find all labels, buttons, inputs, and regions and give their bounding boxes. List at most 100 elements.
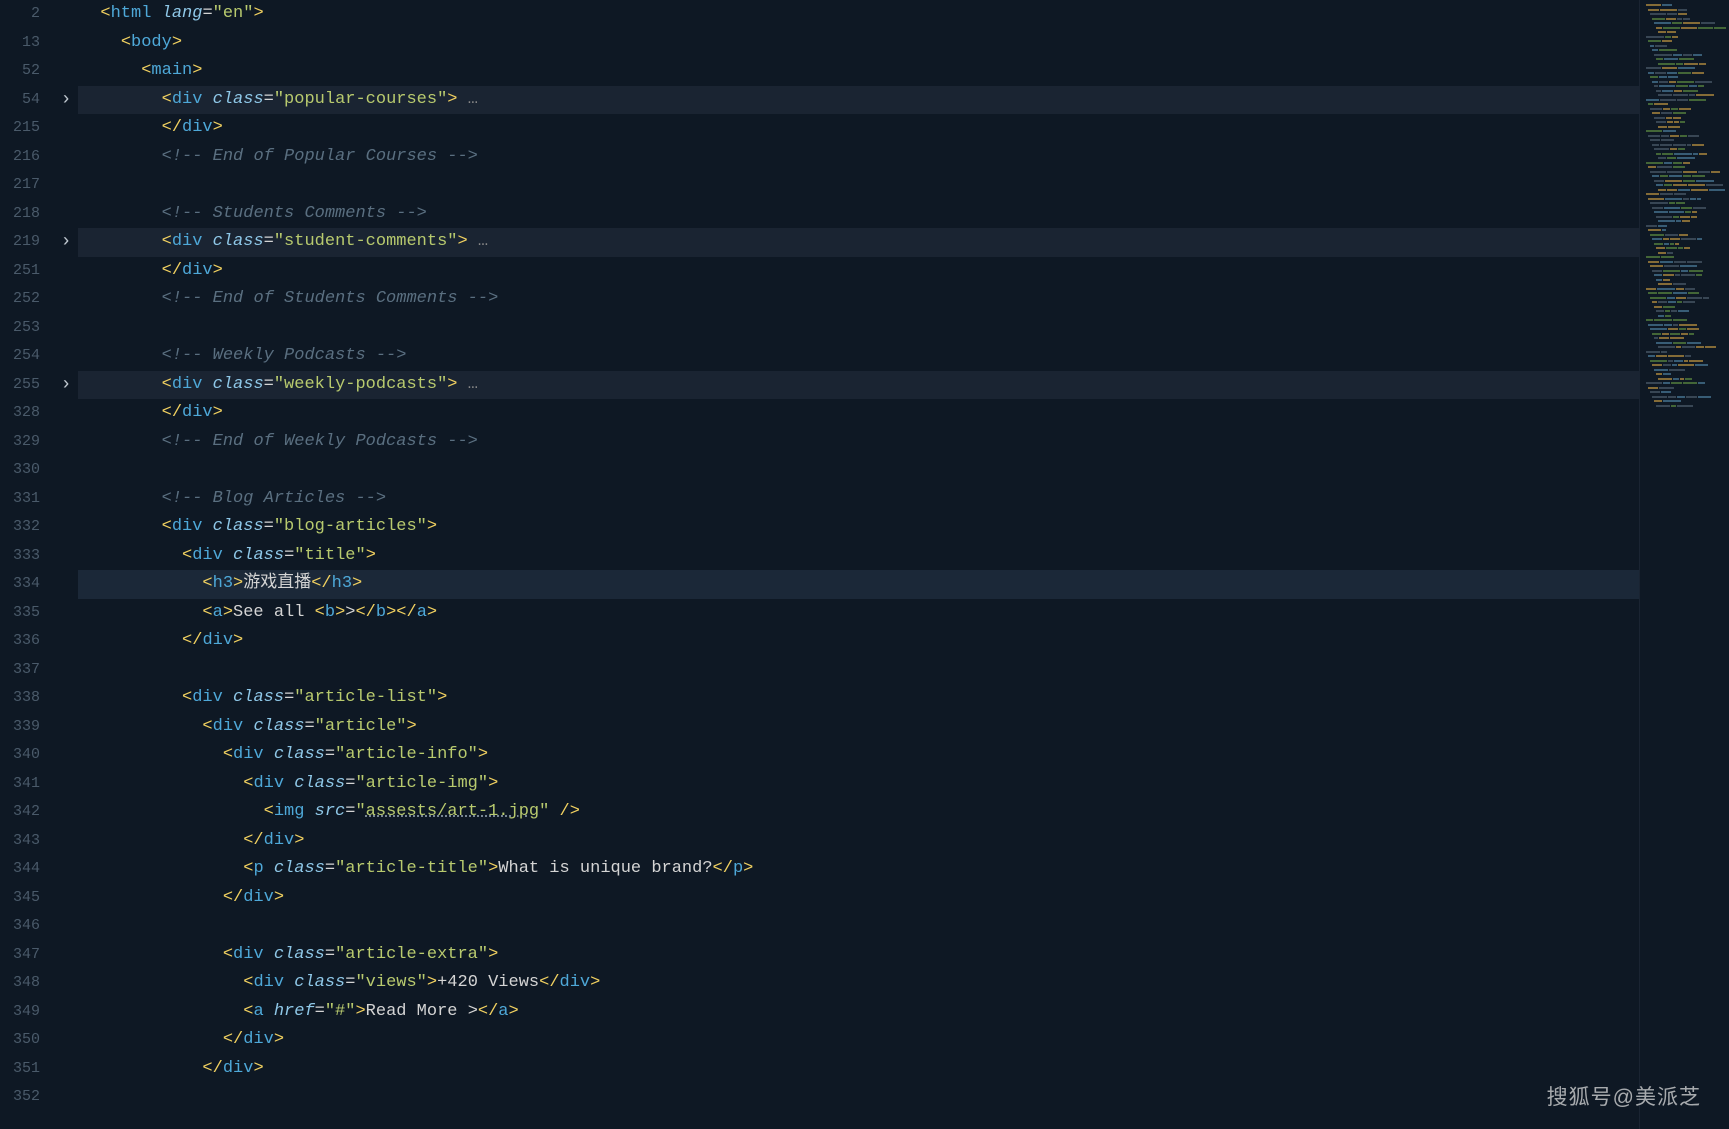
fold-blank [54, 428, 78, 457]
code-line[interactable]: </div> [78, 827, 1729, 856]
code-line[interactable]: <a>See all <b>></b></a> [78, 599, 1729, 628]
minimap[interactable] [1639, 0, 1729, 1129]
fold-blank [54, 456, 78, 485]
fold-blank [54, 656, 78, 685]
fold-blank [54, 57, 78, 86]
code-line[interactable]: <p class="article-title">What is unique … [78, 855, 1729, 884]
code-line[interactable]: <a href="#">Read More ></a> [78, 998, 1729, 1027]
line-number: 335 [0, 599, 40, 628]
code-line[interactable]: <div class="student-comments"> … [78, 228, 1729, 257]
code-line[interactable]: <h3>游戏直播</h3> [78, 570, 1729, 599]
line-number: 343 [0, 827, 40, 856]
fold-blank [54, 513, 78, 542]
line-number: 52 [0, 57, 40, 86]
code-line[interactable]: <img src="assests/art-1.jpg" /> [78, 798, 1729, 827]
code-line[interactable]: </div> [78, 884, 1729, 913]
line-number: 348 [0, 969, 40, 998]
code-editor: 2135254215216217218219251252253254255328… [0, 0, 1729, 1129]
line-number-gutter: 2135254215216217218219251252253254255328… [0, 0, 54, 1129]
fold-blank [54, 998, 78, 1027]
code-line[interactable]: <div class="article-list"> [78, 684, 1729, 713]
line-number: 251 [0, 257, 40, 286]
code-line[interactable]: <div class="blog-articles"> [78, 513, 1729, 542]
line-number: 337 [0, 656, 40, 685]
fold-column: › › › [54, 0, 78, 1129]
line-number: 218 [0, 200, 40, 229]
fold-blank [54, 570, 78, 599]
code-line[interactable] [78, 171, 1729, 200]
line-number: 350 [0, 1026, 40, 1055]
line-number: 347 [0, 941, 40, 970]
fold-blank [54, 855, 78, 884]
fold-chevron-icon[interactable]: › [54, 371, 78, 400]
line-number: 2 [0, 0, 40, 29]
fold-blank [54, 143, 78, 172]
line-number: 219 [0, 228, 40, 257]
code-line[interactable]: <main> [78, 57, 1729, 86]
line-number: 13 [0, 29, 40, 58]
code-line[interactable]: </div> [78, 1055, 1729, 1084]
line-number: 253 [0, 314, 40, 343]
code-line[interactable]: <div class="title"> [78, 542, 1729, 571]
line-number: 255 [0, 371, 40, 400]
code-line[interactable]: <div class="article-img"> [78, 770, 1729, 799]
code-line[interactable]: <html lang="en"> [78, 0, 1729, 29]
code-line[interactable] [78, 1083, 1729, 1112]
code-line[interactable] [78, 314, 1729, 343]
line-number: 215 [0, 114, 40, 143]
line-number: 339 [0, 713, 40, 742]
code-line[interactable] [78, 656, 1729, 685]
code-line[interactable]: <div class="weekly-podcasts"> … [78, 371, 1729, 400]
fold-blank [54, 741, 78, 770]
line-number: 216 [0, 143, 40, 172]
code-line[interactable] [78, 456, 1729, 485]
line-number: 351 [0, 1055, 40, 1084]
fold-blank [54, 1026, 78, 1055]
fold-blank [54, 884, 78, 913]
code-line[interactable]: <!-- Blog Articles --> [78, 485, 1729, 514]
code-line[interactable]: <!-- Weekly Podcasts --> [78, 342, 1729, 371]
line-number: 341 [0, 770, 40, 799]
code-line[interactable]: <div class="article-info"> [78, 741, 1729, 770]
code-line[interactable]: <!-- End of Weekly Podcasts --> [78, 428, 1729, 457]
line-number: 254 [0, 342, 40, 371]
fold-blank [54, 342, 78, 371]
fold-blank [54, 770, 78, 799]
code-line[interactable]: <div class="popular-courses"> … [78, 86, 1729, 115]
fold-blank [54, 941, 78, 970]
fold-blank [54, 314, 78, 343]
code-line[interactable]: <div class="views">+420 Views</div> [78, 969, 1729, 998]
fold-chevron-icon[interactable]: › [54, 228, 78, 257]
fold-blank [54, 827, 78, 856]
code-line[interactable]: </div> [78, 1026, 1729, 1055]
code-line[interactable]: <!-- End of Popular Courses --> [78, 143, 1729, 172]
fold-blank [54, 0, 78, 29]
line-number: 328 [0, 399, 40, 428]
code-line[interactable]: <div class="article-extra"> [78, 941, 1729, 970]
code-line[interactable]: </div> [78, 627, 1729, 656]
code-content[interactable]: <html lang="en"> <body> <main> <div clas… [78, 0, 1729, 1129]
code-line[interactable]: <!-- End of Students Comments --> [78, 285, 1729, 314]
line-number: 349 [0, 998, 40, 1027]
code-line[interactable]: <body> [78, 29, 1729, 58]
line-number: 344 [0, 855, 40, 884]
code-line[interactable]: </div> [78, 257, 1729, 286]
line-number: 340 [0, 741, 40, 770]
line-number: 342 [0, 798, 40, 827]
fold-blank [54, 713, 78, 742]
code-line[interactable]: </div> [78, 399, 1729, 428]
fold-blank [54, 29, 78, 58]
line-number: 330 [0, 456, 40, 485]
line-number: 338 [0, 684, 40, 713]
code-line[interactable]: <!-- Students Comments --> [78, 200, 1729, 229]
code-line[interactable] [78, 912, 1729, 941]
fold-blank [54, 684, 78, 713]
fold-blank [54, 114, 78, 143]
fold-chevron-icon[interactable]: › [54, 86, 78, 115]
line-number: 336 [0, 627, 40, 656]
code-line[interactable]: <div class="article"> [78, 713, 1729, 742]
code-line[interactable]: </div> [78, 114, 1729, 143]
fold-blank [54, 599, 78, 628]
line-number: 346 [0, 912, 40, 941]
fold-blank [54, 542, 78, 571]
